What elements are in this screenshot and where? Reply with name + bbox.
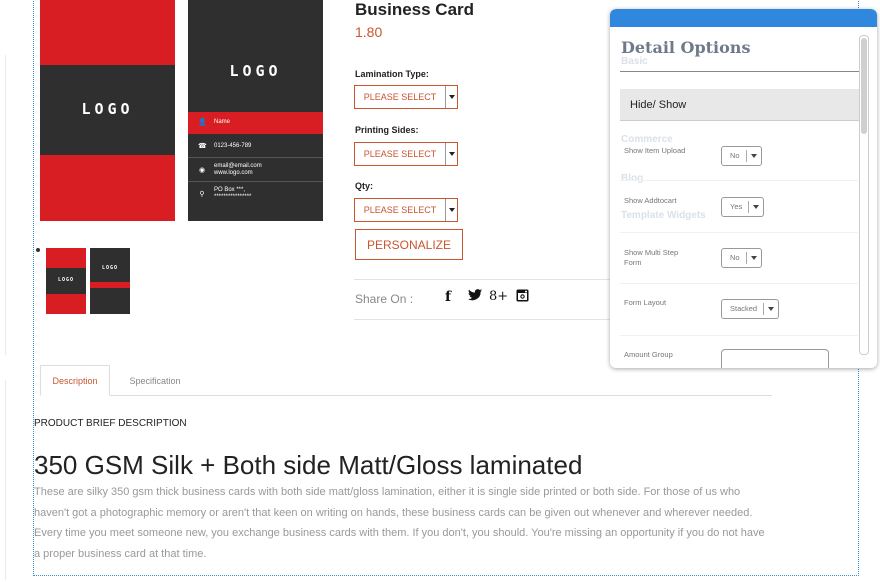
option-label: Form Layout bbox=[624, 298, 667, 307]
instagram-svg bbox=[516, 289, 529, 302]
lamination-select-value: PLEASE SELECT bbox=[363, 92, 437, 102]
panel-scrollbar-thumb[interactable] bbox=[861, 38, 867, 134]
chevron-down-icon bbox=[764, 303, 778, 315]
tab-specification[interactable]: Specification bbox=[118, 365, 192, 396]
tab-description[interactable]: Description bbox=[40, 365, 110, 396]
card-email-row: ◉ email@email.com www.logo.com bbox=[188, 158, 323, 182]
thumb-red-bottom bbox=[46, 294, 86, 314]
personalize-button[interactable]: PERSONALIZE bbox=[355, 229, 463, 260]
thumbnail-front[interactable]: LOGO bbox=[46, 248, 86, 314]
card-address2: **************** bbox=[214, 194, 252, 200]
printing-sides-label: Printing Sides: bbox=[355, 125, 419, 135]
thumbnail-back[interactable]: LOGO bbox=[90, 248, 130, 314]
panel-scrollbar[interactable] bbox=[859, 35, 869, 355]
globe-icon: ◉ bbox=[198, 166, 206, 174]
thumb-logo-text: LOGO bbox=[101, 265, 119, 271]
thumb-dark-bottom bbox=[90, 288, 130, 314]
card-phone-row: ☎ 0123-456-789 bbox=[188, 134, 323, 158]
panel-divider bbox=[620, 71, 868, 72]
card-logo-text: LOGO bbox=[81, 100, 134, 118]
card-logo-text: LOGO bbox=[229, 62, 282, 80]
left-rail bbox=[0, 55, 6, 355]
select-value: No bbox=[722, 150, 747, 162]
share-label: Share On : bbox=[355, 292, 414, 306]
detail-options-panel[interactable]: Basic Detail Options Hide/ Show Commerce… bbox=[610, 9, 877, 368]
twitter-icon[interactable] bbox=[468, 289, 482, 304]
select-value: Stacked bbox=[722, 303, 765, 315]
brief-description-label: PRODUCT BRIEF DESCRIPTION bbox=[34, 418, 187, 429]
divider bbox=[354, 279, 614, 280]
phone-icon: ☎ bbox=[198, 142, 207, 150]
show-item-upload-select[interactable]: No bbox=[721, 146, 762, 166]
chevron-down-icon bbox=[445, 199, 457, 221]
product-page: LOGO LOGO 👤 Name ☎ 0123-456-789 ◉ email@… bbox=[0, 0, 880, 582]
card-dark-band bbox=[188, 0, 323, 112]
card-red-band-top bbox=[40, 0, 175, 65]
card-red-band-bottom bbox=[40, 155, 175, 221]
qty-label: Qty: bbox=[355, 181, 373, 191]
show-addtocart-select[interactable]: Yes bbox=[721, 197, 765, 217]
option-label: Show Multi Step Form bbox=[624, 248, 679, 267]
panel-title: Detail Options bbox=[621, 38, 751, 57]
select-value: No bbox=[722, 252, 747, 264]
product-image-front[interactable]: LOGO bbox=[40, 0, 175, 221]
qty-select-value: PLEASE SELECT bbox=[363, 205, 437, 215]
product-image-back[interactable]: LOGO 👤 Name ☎ 0123-456-789 ◉ email@email… bbox=[188, 0, 323, 221]
card-address-row: ⚲ PO Box ***, **************** bbox=[188, 182, 323, 206]
twitter-bird-svg bbox=[468, 289, 482, 301]
chevron-down-icon bbox=[445, 86, 457, 108]
facebook-icon[interactable]: f bbox=[445, 289, 451, 305]
printing-sides-select-value: PLEASE SELECT bbox=[363, 149, 437, 159]
chevron-down-icon bbox=[747, 150, 761, 162]
option-label: Amount Group bbox=[624, 350, 673, 359]
lamination-label: Lamination Type: bbox=[355, 69, 429, 79]
product-title: Business Card bbox=[355, 0, 475, 19]
divider bbox=[354, 319, 614, 320]
lamination-select[interactable]: PLEASE SELECT bbox=[354, 85, 458, 109]
thumb-logo-text: LOGO bbox=[57, 277, 75, 283]
description-headline: 350 GSM Silk + Both side Matt/Gloss lami… bbox=[34, 450, 583, 480]
instagram-icon[interactable] bbox=[516, 289, 529, 305]
ghost-basic-label: Basic bbox=[621, 56, 648, 67]
location-pin-icon: ⚲ bbox=[199, 191, 205, 198]
card-name: Name bbox=[214, 119, 231, 125]
form-layout-select[interactable]: Stacked bbox=[721, 299, 780, 319]
chevron-down-icon bbox=[749, 201, 763, 213]
show-multi-step-form-select[interactable]: No bbox=[721, 248, 762, 268]
chevron-down-icon bbox=[445, 143, 457, 165]
card-phone: 0123-456-789 bbox=[214, 142, 252, 149]
card-email: email@email.com bbox=[214, 162, 262, 169]
thumb-bullet bbox=[36, 248, 40, 252]
person-icon: 👤 bbox=[198, 119, 207, 126]
hide-show-section[interactable]: Hide/ Show bbox=[620, 89, 868, 121]
card-email-block: email@email.com www.logo.com bbox=[214, 163, 262, 177]
product-price: 1.80 bbox=[355, 24, 383, 40]
option-label: Show Addtocart bbox=[624, 196, 677, 205]
chevron-down-icon bbox=[747, 252, 761, 264]
amount-group-input[interactable] bbox=[721, 349, 829, 368]
card-name-row: 👤 Name bbox=[188, 110, 323, 134]
left-rail-lower bbox=[0, 380, 6, 580]
card-address: PO Box ***, bbox=[214, 187, 246, 193]
printing-sides-select[interactable]: PLEASE SELECT bbox=[354, 142, 458, 166]
google-plus-icon[interactable]: 8+ bbox=[489, 289, 508, 304]
option-label: Show Item Upload bbox=[624, 146, 686, 155]
card-web: www.logo.com bbox=[214, 169, 253, 176]
panel-header-bar[interactable] bbox=[610, 9, 877, 27]
select-value: Yes bbox=[722, 201, 750, 213]
qty-select[interactable]: PLEASE SELECT bbox=[354, 198, 458, 222]
description-body: These are silky 350 gsm thick business c… bbox=[34, 486, 765, 560]
card-address-block: PO Box ***, **************** bbox=[214, 187, 251, 201]
thumb-red-top bbox=[46, 248, 86, 268]
